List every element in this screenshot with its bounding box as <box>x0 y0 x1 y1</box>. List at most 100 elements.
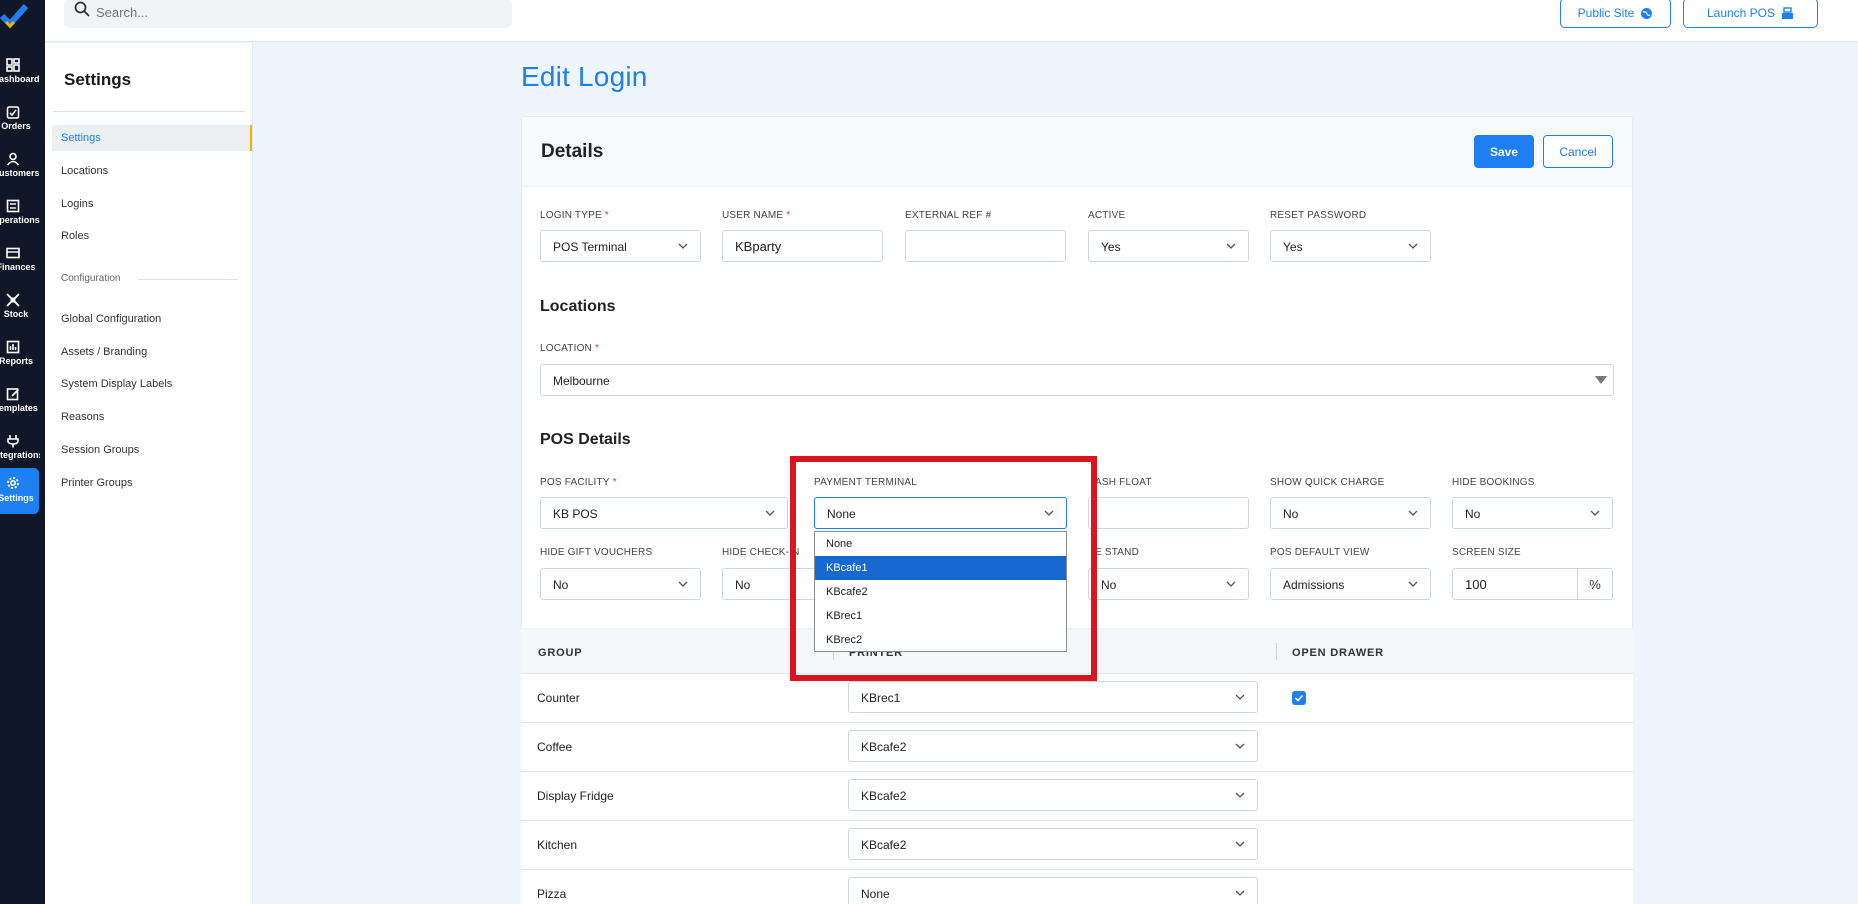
nav-item-customers[interactable]: Customers <box>0 146 40 186</box>
nav-item-label: Settings <box>0 493 34 503</box>
hide-bookings-select[interactable]: No <box>1452 497 1613 529</box>
dropdown-option-kbrec2[interactable]: KBrec2 <box>815 628 1066 652</box>
dropdown-option-kbrec1[interactable]: KBrec1 <box>815 604 1066 628</box>
locations-title: Locations <box>540 298 616 315</box>
chevron-down-icon <box>1226 243 1236 249</box>
location-select[interactable]: Melbourne <box>540 364 1614 396</box>
cash-float-input[interactable] <box>1088 497 1249 529</box>
hide-gift-vouchers-select[interactable]: No <box>540 568 701 600</box>
login-type-value: POS Terminal <box>553 240 627 254</box>
chevron-down-icon <box>765 510 775 516</box>
column-header-group: GROUP <box>538 647 583 659</box>
printer-select[interactable]: KBcafe2 <box>848 779 1258 811</box>
nav-rail: Dashboard Orders Customers Operations Fi… <box>0 0 45 904</box>
printer-value: KBcafe2 <box>861 789 907 803</box>
nav-item-label: Customers <box>0 168 40 178</box>
save-button[interactable]: Save <box>1474 135 1534 168</box>
nav-item-orders[interactable]: Orders <box>0 99 40 139</box>
printer-value: None <box>861 887 890 901</box>
launch-pos-label: Launch POS <box>1706 6 1776 20</box>
settings-sidebar: Settings Settings Locations Logins Roles… <box>45 43 253 904</box>
nav-item-stock[interactable]: Stock <box>0 287 40 327</box>
triangle-down-icon <box>1595 376 1607 384</box>
divider <box>53 111 245 112</box>
chevron-down-icon <box>1235 792 1245 798</box>
pos-facility-select[interactable]: KB POS <box>540 497 788 529</box>
printer-select[interactable]: KBcafe2 <box>848 828 1258 860</box>
app-logo-icon[interactable] <box>0 4 30 32</box>
pos-default-view-select[interactable]: Admissions <box>1270 568 1431 600</box>
chevron-down-icon <box>1235 841 1245 847</box>
public-site-button[interactable]: Public Site <box>1560 0 1671 28</box>
sidebar-item-session-groups[interactable]: Session Groups <box>52 437 252 463</box>
show-quick-charge-value: No <box>1283 507 1299 521</box>
sidebar-item-locations[interactable]: Locations <box>52 158 252 184</box>
top-bar: Public Site Launch POS KF <box>45 0 1858 42</box>
hide-stand-select[interactable]: No <box>1088 568 1249 600</box>
nav-item-label: Integrations <box>0 450 40 460</box>
dropdown-option-kbcafe1[interactable]: KBcafe1 <box>815 556 1066 580</box>
sidebar-item-global-configuration[interactable]: Global Configuration <box>52 306 252 332</box>
hide-bookings-label: HIDE BOOKINGS <box>1452 477 1535 488</box>
chevron-down-icon <box>1235 743 1245 749</box>
printer-select[interactable]: KBrec1 <box>848 681 1258 713</box>
reset-password-value: Yes <box>1283 240 1303 254</box>
details-title: Details <box>541 141 604 162</box>
sidebar-item-assets-branding[interactable]: Assets / Branding <box>52 339 252 365</box>
printer-select[interactable]: None <box>848 877 1258 904</box>
hide-gift-vouchers-value: No <box>553 578 569 592</box>
stock-icon <box>6 293 20 307</box>
cancel-button[interactable]: Cancel <box>1543 135 1613 168</box>
login-type-select[interactable]: POS Terminal <box>540 230 701 262</box>
sidebar-item-settings[interactable]: Settings <box>52 125 252 151</box>
launch-pos-button[interactable]: Launch POS <box>1683 0 1818 28</box>
sidebar-item-roles[interactable]: Roles <box>52 223 252 249</box>
sidebar-item-printer-groups[interactable]: Printer Groups <box>52 470 252 496</box>
sidebar-item-reasons[interactable]: Reasons <box>52 404 252 430</box>
user-name-input[interactable]: KBparty <box>722 230 883 262</box>
printer-select[interactable]: KBcafe2 <box>848 730 1258 762</box>
search-input[interactable] <box>96 2 496 22</box>
nav-item-integrations[interactable]: Integrations <box>0 428 40 468</box>
show-quick-charge-select[interactable]: No <box>1270 497 1431 529</box>
sidebar-item-logins[interactable]: Logins <box>52 191 252 217</box>
payment-terminal-select[interactable]: None <box>814 497 1067 529</box>
nav-item-reports[interactable]: Reports <box>0 334 40 374</box>
dropdown-option-kbcafe2[interactable]: KBcafe2 <box>815 580 1066 604</box>
column-separator <box>1276 643 1277 660</box>
nav-item-finances[interactable]: Finances <box>0 240 40 280</box>
external-ref-input[interactable] <box>905 230 1066 262</box>
search-box[interactable] <box>64 0 512 28</box>
table-row: Pizza None <box>521 870 1633 904</box>
active-select[interactable]: Yes <box>1088 230 1249 262</box>
login-type-label: LOGIN TYPE * <box>540 210 609 221</box>
screen-size-input[interactable]: 100 <box>1452 568 1578 600</box>
nav-item-operations[interactable]: Operations <box>0 193 40 233</box>
sidebar-section-heading: Configuration <box>61 273 121 284</box>
cash-float-label: ASH FLOAT <box>1095 477 1152 488</box>
payment-terminal-label: PAYMENT TERMINAL <box>814 477 918 488</box>
group-name: Display Fridge <box>537 789 614 803</box>
orders-icon <box>6 106 20 119</box>
pos-facility-label: POS FACILITY * <box>540 477 617 488</box>
customers-icon <box>6 152 20 166</box>
nav-item-settings[interactable]: Settings <box>0 468 39 514</box>
nav-item-dashboard[interactable]: Dashboard <box>0 52 40 92</box>
reset-password-select[interactable]: Yes <box>1270 230 1431 262</box>
payment-terminal-value: None <box>827 507 856 521</box>
chevron-down-icon <box>1408 510 1418 516</box>
table-row: Kitchen KBcafe2 <box>521 821 1633 870</box>
active-value: Yes <box>1101 240 1121 254</box>
open-drawer-checkbox[interactable] <box>1292 691 1306 705</box>
finances-icon <box>6 247 20 259</box>
group-name: Pizza <box>537 887 567 901</box>
nav-item-templates[interactable]: Templates <box>0 381 40 421</box>
dropdown-option-none[interactable]: None <box>815 532 1066 556</box>
nav-item-label: Reports <box>0 356 33 366</box>
sidebar-item-system-display-labels[interactable]: System Display Labels <box>52 371 252 397</box>
chevron-down-icon <box>1044 510 1054 516</box>
printer-value: KBcafe2 <box>861 740 907 754</box>
templates-icon <box>6 388 20 401</box>
search-icon <box>74 1 90 17</box>
page-title: Edit Login <box>521 61 648 92</box>
